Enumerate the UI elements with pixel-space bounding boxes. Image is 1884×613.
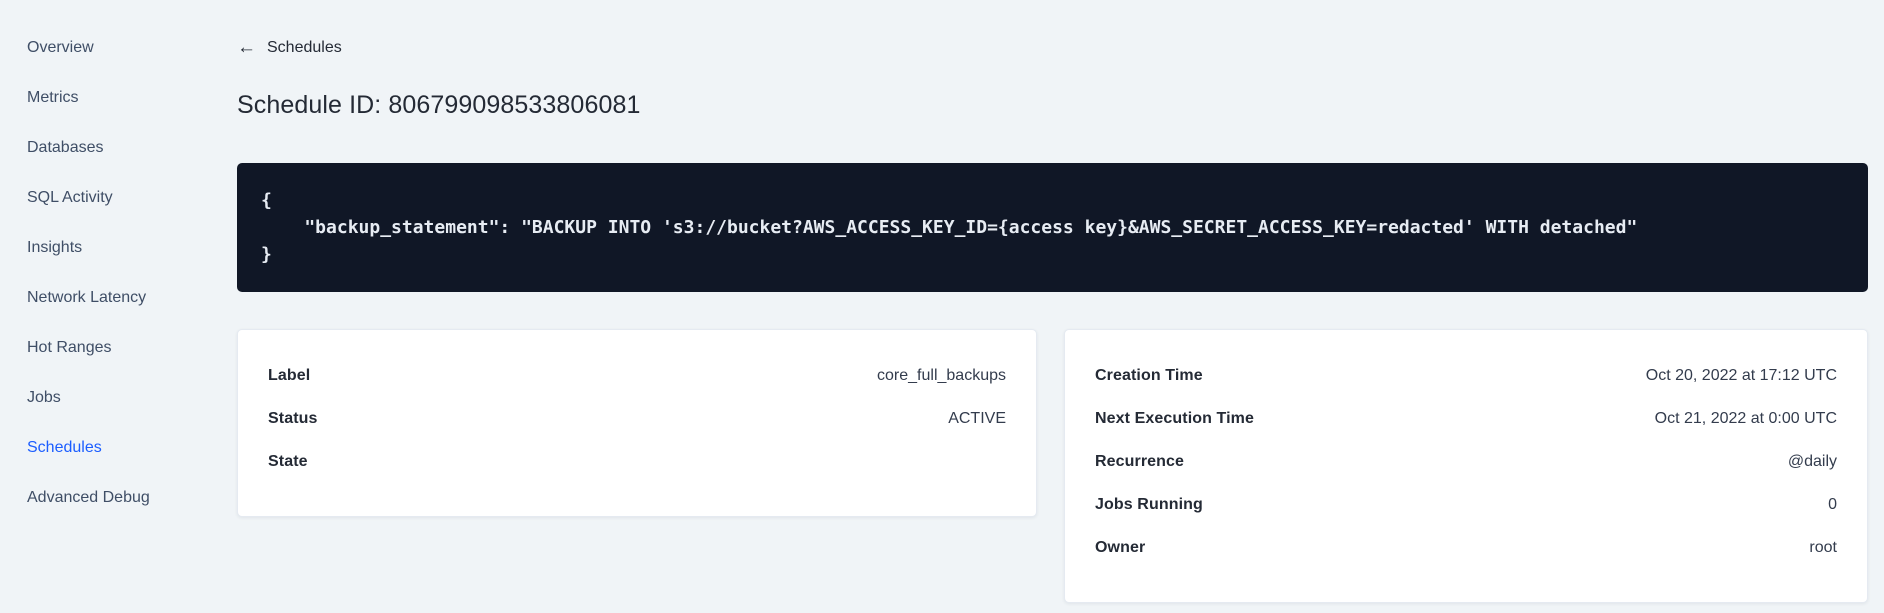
detail-value: Oct 21, 2022 at 0:00 UTC [1654,409,1837,427]
back-to-schedules-link[interactable]: ← Schedules [237,36,342,60]
code-line: "backup_statement": "BACKUP INTO 's3://b… [261,217,1638,238]
detail-label: Owner [1095,538,1146,556]
schedule-status-card: Label core_full_backups Status ACTIVE St… [237,329,1037,517]
detail-row-label: Label core_full_backups [268,354,1006,397]
sidebar-item-hot-ranges[interactable]: Hot Ranges [0,323,200,373]
sidebar: Overview Metrics Databases SQL Activity … [0,0,200,613]
detail-row-state: State [268,440,1006,483]
sidebar-item-metrics[interactable]: Metrics [0,73,200,123]
detail-label: Next Execution Time [1095,409,1254,427]
sidebar-item-advanced-debug[interactable]: Advanced Debug [0,473,200,523]
detail-value: ACTIVE [948,409,1006,427]
sidebar-item-schedules[interactable]: Schedules [0,423,200,473]
detail-label: Creation Time [1095,366,1203,384]
detail-label: Label [268,366,311,384]
sidebar-item-jobs[interactable]: Jobs [0,373,200,423]
page-title: Schedule ID: 806799098533806081 [237,91,641,119]
detail-label: Jobs Running [1095,495,1203,513]
detail-value: Oct 20, 2022 at 17:12 UTC [1645,366,1837,384]
detail-value: root [1809,538,1837,556]
detail-row-jobs-running: Jobs Running 0 [1095,483,1837,526]
sidebar-item-sql-activity[interactable]: SQL Activity [0,173,200,223]
schedule-timing-card: Creation Time Oct 20, 2022 at 17:12 UTC … [1064,329,1868,603]
code-line: } [261,244,272,265]
code-line: { [261,190,272,211]
detail-row-next-execution-time: Next Execution Time Oct 21, 2022 at 0:00… [1095,397,1837,440]
sidebar-item-insights[interactable]: Insights [0,223,200,273]
schedule-definition-code-block: { "backup_statement": "BACKUP INTO 's3:/… [237,163,1868,292]
back-link-label: Schedules [267,39,342,56]
main-content: ← Schedules Schedule ID: 806799098533806… [237,0,1868,603]
detail-row-recurrence: Recurrence @daily [1095,440,1837,483]
detail-value: 0 [1828,495,1837,513]
detail-label: Recurrence [1095,452,1185,470]
detail-row-status: Status ACTIVE [268,397,1006,440]
detail-cards-row: Label core_full_backups Status ACTIVE St… [237,329,1868,603]
sidebar-item-overview[interactable]: Overview [0,23,200,73]
detail-value: @daily [1787,452,1837,470]
detail-label: State [268,452,308,470]
detail-value: core_full_backups [877,366,1006,384]
detail-row-owner: Owner root [1095,526,1837,569]
sidebar-item-network-latency[interactable]: Network Latency [0,273,200,323]
sidebar-item-databases[interactable]: Databases [0,123,200,173]
back-arrow-icon: ← [237,36,256,58]
detail-label: Status [268,409,318,427]
detail-row-creation-time: Creation Time Oct 20, 2022 at 17:12 UTC [1095,354,1837,397]
